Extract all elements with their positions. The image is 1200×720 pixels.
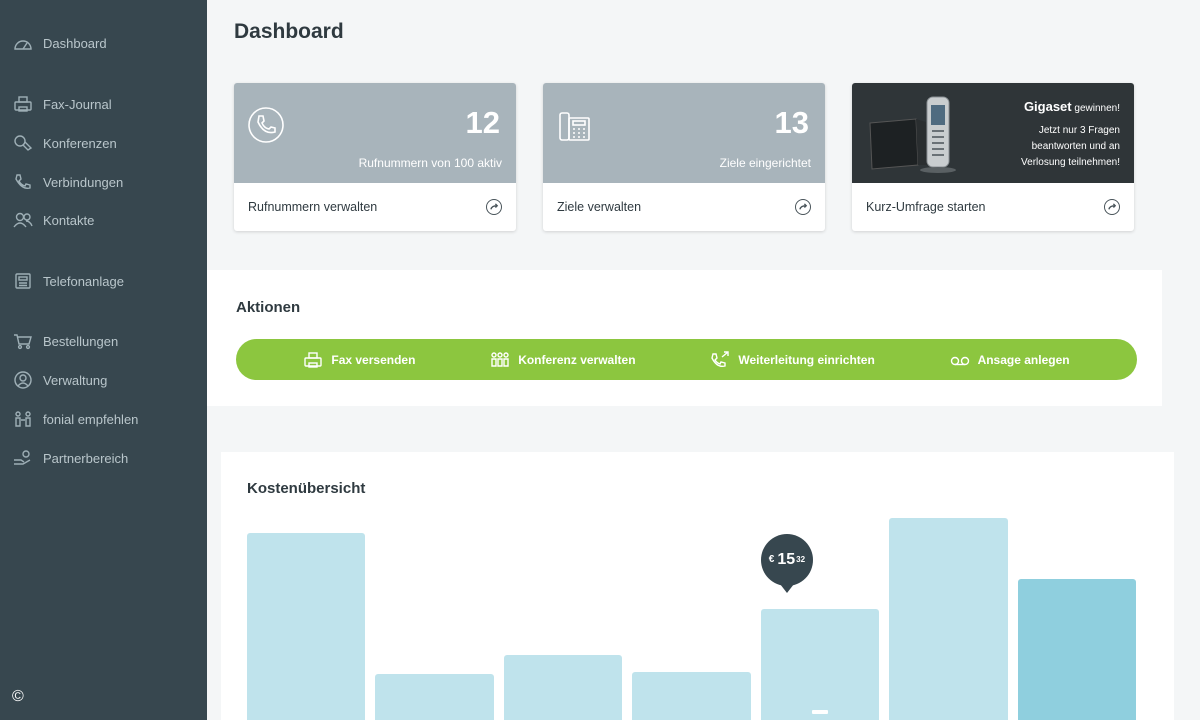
sidebar-item-kontakte[interactable]: Kontakte <box>12 208 94 232</box>
card-link-ziele[interactable]: Ziele verwalten <box>543 183 825 231</box>
card-count: 12 <box>465 105 500 140</box>
phone-system-icon <box>12 271 34 291</box>
cost-bar[interactable] <box>375 673 494 720</box>
contacts-icon <box>12 210 34 230</box>
promo-line-1: Jetzt nur 3 Fragen <box>1038 125 1120 136</box>
cost-bar[interactable] <box>889 518 1008 720</box>
sidebar-item-label: Verbindungen <box>43 174 124 190</box>
sidebar-item-label: Telefonanlage <box>43 273 124 289</box>
tooltip-cents: 32 <box>796 555 806 565</box>
arrow-right-icon <box>795 199 811 215</box>
sidebar-item-bestellungen[interactable]: Bestellungen <box>12 329 118 353</box>
fax-versenden-button[interactable]: Fax versenden <box>303 351 415 369</box>
partner-icon <box>12 448 34 468</box>
action-bar: Fax versenden Konferenz verwalten Weiter… <box>236 339 1137 380</box>
copyright-mark: © <box>12 688 24 705</box>
promo-banner[interactable]: Gigaset gewinnen! Jetzt nur 3 Fragen bea… <box>852 83 1134 183</box>
action-label: Fax versenden <box>331 352 416 367</box>
sidebar-item-verbindungen[interactable]: Verbindungen <box>12 170 123 194</box>
card-rufnummern: 12 Rufnummern von 100 aktiv Rufnummern v… <box>234 83 516 231</box>
recommend-icon <box>12 409 34 429</box>
desk-phone-icon <box>555 105 595 150</box>
card-link-umfrage[interactable]: Kurz-Umfrage starten <box>852 183 1134 231</box>
card-header: 13 Ziele eingerichtet <box>543 83 825 183</box>
gigaset-phone-icon <box>868 95 978 180</box>
cost-bar[interactable] <box>247 533 366 720</box>
cost-bar[interactable] <box>503 654 623 720</box>
promo-brand: Gigaset <box>1023 99 1072 114</box>
voicemail-icon <box>950 356 969 365</box>
tooltip-currency: € <box>768 554 775 566</box>
ansage-anlegen-button[interactable]: Ansage anlegen <box>950 351 1070 369</box>
sidebar-item-telefonanlage[interactable]: Telefonanlage <box>12 269 124 293</box>
phone-circle-icon <box>246 105 286 150</box>
sidebar-item-label: Bestellungen <box>43 333 119 349</box>
aktionen-panel <box>207 270 1162 406</box>
sidebar-item-fonial-empfehlen[interactable]: fonial empfehlen <box>12 407 138 431</box>
konferenz-verwalten-button[interactable]: Konferenz verwalten <box>490 351 636 369</box>
cost-tooltip: €15 32 <box>760 533 813 593</box>
action-label: Konferenz verwalten <box>518 352 636 367</box>
card-link-rufnummern[interactable]: Rufnummern verwalten <box>234 183 516 231</box>
sidebar-item-label: Dashboard <box>43 35 107 51</box>
card-gigaset-promo: Gigaset gewinnen! Jetzt nur 3 Fragen bea… <box>852 83 1134 231</box>
phone-icon <box>12 172 34 192</box>
cost-bar[interactable] <box>632 671 751 720</box>
sidebar-item-label: fonial empfehlen <box>43 411 139 427</box>
card-header: 12 Rufnummern von 100 aktiv <box>234 83 516 183</box>
kosten-title: Kostenübersicht <box>247 480 366 497</box>
cost-bar[interactable] <box>1017 579 1136 720</box>
action-label: Ansage anlegen <box>977 352 1070 367</box>
selected-bar-marker <box>811 710 828 714</box>
fax-icon <box>304 351 323 368</box>
tooltip-amount: 15 <box>777 550 796 568</box>
promo-line-3: Verlosung teilnehmen! <box>1021 157 1120 168</box>
sidebar-item-partnerbereich[interactable]: Partnerbereich <box>12 446 128 470</box>
sidebar-item-konferenzen[interactable]: Konferenzen <box>12 131 117 155</box>
cost-bar[interactable] <box>760 608 880 720</box>
sidebar-item-label: Partnerbereich <box>43 450 129 466</box>
user-icon <box>12 370 34 390</box>
sidebar-item-label: Kontakte <box>43 212 95 228</box>
sidebar-item-label: Konferenzen <box>43 135 117 151</box>
action-label: Weiterleitung einrichten <box>738 352 875 367</box>
card-subtitle: Rufnummern von 100 aktiv <box>358 156 502 170</box>
card-link-label: Kurz-Umfrage starten <box>866 200 986 214</box>
card-link-label: Ziele verwalten <box>557 200 642 214</box>
card-ziele: 13 Ziele eingerichtet Ziele verwalten <box>543 83 825 231</box>
sidebar: Dashboard Fax-Journal Konferenzen Verbin… <box>0 0 207 720</box>
forward-call-icon <box>711 350 730 367</box>
sidebar-item-label: Verwaltung <box>43 372 108 388</box>
conference-icon <box>12 133 34 153</box>
arrow-right-icon <box>1104 199 1120 215</box>
card-link-label: Rufnummern verwalten <box>248 200 378 214</box>
promo-brand-sub: gewinnen! <box>1074 103 1120 114</box>
conference-icon <box>491 351 509 367</box>
sidebar-item-fax-journal[interactable]: Fax-Journal <box>12 92 112 116</box>
kosten-chart: Kostenübersicht €15 32 <box>221 452 1174 720</box>
cart-icon <box>12 331 34 351</box>
fax-icon <box>12 94 34 114</box>
card-subtitle: Ziele eingerichtet <box>719 156 811 170</box>
sidebar-item-dashboard[interactable]: Dashboard <box>12 31 107 55</box>
aktionen-title: Aktionen <box>236 299 301 316</box>
page-title: Dashboard <box>234 20 344 43</box>
dashboard-icon <box>12 33 34 53</box>
arrow-right-icon <box>486 199 502 215</box>
card-count: 13 <box>774 105 809 140</box>
sidebar-item-label: Fax-Journal <box>43 96 112 112</box>
weiterleitung-einrichten-button[interactable]: Weiterleitung einrichten <box>710 350 875 369</box>
promo-text: Gigaset gewinnen! Jetzt nur 3 Fragen bea… <box>1021 99 1120 171</box>
promo-line-2: beantworten und an <box>1031 141 1120 152</box>
sidebar-item-verwaltung[interactable]: Verwaltung <box>12 368 107 392</box>
